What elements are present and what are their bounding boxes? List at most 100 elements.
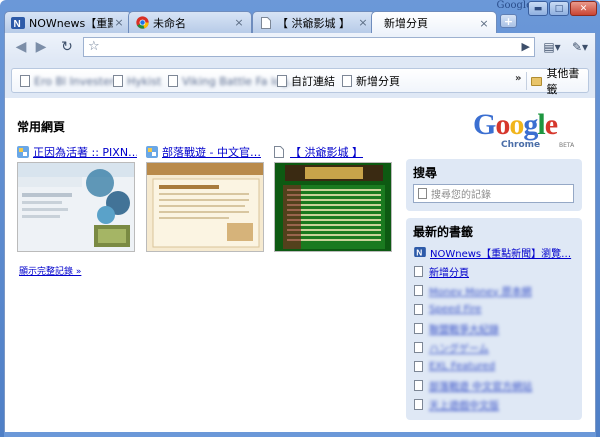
tab-hongye[interactable]: 【 洪爺影城 】 × bbox=[252, 11, 376, 33]
beta-label: BETA bbox=[559, 142, 575, 149]
svg-text:N: N bbox=[416, 247, 422, 257]
folder-icon bbox=[531, 76, 543, 86]
back-arrow-icon: ◀ bbox=[15, 39, 27, 55]
tab-label: 【 洪爺影城 】 bbox=[277, 16, 350, 30]
address-bar[interactable]: ☆ ▶ bbox=[83, 37, 535, 57]
thumbnail-image bbox=[146, 162, 264, 252]
page-icon bbox=[259, 16, 273, 30]
recent-bookmarks-panel: 最新的書籤 N NOWnews【重點新聞】瀏覽… 新增分頁 Money Mone… bbox=[406, 218, 582, 420]
search-panel-title: 搜尋 bbox=[413, 166, 438, 180]
thumbnail-title-link[interactable]: 正因為活著 :: PIXN… bbox=[33, 144, 137, 160]
google-wordmark: Google bbox=[473, 108, 558, 141]
bookmark-bar: Ero Bl Invester Hykist Viking Battle Fa … bbox=[4, 61, 596, 98]
star-icon[interactable]: ☆ bbox=[88, 39, 100, 54]
chrome-label: Chrome bbox=[501, 140, 541, 150]
minimize-icon: ▬ bbox=[533, 3, 543, 14]
close-window-button[interactable]: ✕ bbox=[570, 1, 597, 16]
maximize-icon: □ bbox=[554, 3, 564, 14]
history-search-input[interactable]: 搜尋您的記錄 bbox=[413, 184, 574, 203]
page-menu-button[interactable]: ▤▾ bbox=[538, 37, 566, 57]
other-bookmarks-button[interactable]: 其他書籤 bbox=[526, 67, 588, 96]
recent-bookmark-link[interactable]: NOWnews【重點新聞】瀏覽… bbox=[430, 245, 571, 260]
page-icon bbox=[414, 322, 423, 334]
recent-bookmark-item[interactable]: 新增分頁 bbox=[414, 264, 469, 279]
bookmark-item[interactable]: Ero Bl Invester bbox=[20, 74, 114, 88]
page-icon bbox=[414, 360, 423, 372]
recent-bookmark-link[interactable]: Money Money 原本網 bbox=[429, 283, 532, 298]
most-visited-thumbnail[interactable]: 部落戰遊 - 中文官… bbox=[146, 144, 266, 252]
tab-close-icon[interactable]: × bbox=[357, 16, 369, 29]
tab-label: 新增分頁 bbox=[384, 17, 428, 30]
page-icon bbox=[414, 379, 423, 391]
new-tab-button[interactable]: + bbox=[500, 14, 517, 28]
recent-bookmark-item[interactable]: ハングゲーム bbox=[414, 340, 489, 355]
page-icon bbox=[414, 265, 423, 277]
pixnet-favicon-icon bbox=[17, 146, 29, 158]
bookmark-label: 新增分頁 bbox=[356, 75, 400, 88]
recent-bookmark-item[interactable]: 聯盟戰爭大紀錄 bbox=[414, 321, 499, 336]
search-panel: 搜尋 搜尋您的記錄 bbox=[406, 159, 582, 211]
forward-button[interactable]: ▶ bbox=[31, 37, 51, 57]
tab-label: NOWnews【重點… bbox=[29, 16, 113, 30]
show-full-history-link[interactable]: 顯示完整記錄 » bbox=[19, 264, 81, 277]
recent-bookmark-link[interactable]: Speed Fire bbox=[429, 304, 481, 315]
go-icon[interactable]: ▶ bbox=[522, 40, 530, 53]
tools-menu-button[interactable]: ✎▾ bbox=[567, 37, 593, 57]
page-icon bbox=[414, 303, 423, 315]
reload-button[interactable]: ↻ bbox=[57, 37, 77, 57]
page-icon bbox=[20, 75, 30, 87]
game-favicon-icon bbox=[146, 146, 158, 158]
wrench-icon: ✎▾ bbox=[571, 40, 589, 54]
most-visited-thumbnail[interactable]: 【 洪爺影城 】 bbox=[274, 144, 394, 252]
bookmark-bar-inner: Ero Bl Invester Hykist Viking Battle Fa … bbox=[11, 67, 589, 96]
recent-bookmark-link[interactable]: 聯盟戰爭大紀錄 bbox=[429, 321, 499, 336]
toolbar: ◀ ▶ ↻ ☆ ▶ ▤▾ ✎▾ bbox=[4, 33, 596, 61]
search-placeholder: 搜尋您的記錄 bbox=[431, 190, 491, 201]
bookmark-item[interactable]: 新增分頁 bbox=[342, 74, 400, 88]
tab-close-icon[interactable]: × bbox=[233, 16, 245, 29]
close-icon: ✕ bbox=[579, 3, 588, 14]
nownews-icon: N bbox=[11, 16, 25, 30]
bookmark-item[interactable]: 自訂連結 bbox=[277, 74, 335, 88]
nownews-icon: N bbox=[414, 247, 426, 257]
recent-bookmark-item[interactable]: 部落戰遊 中文官方網站 bbox=[414, 378, 532, 393]
other-bookmarks-label: 其他書籤 bbox=[546, 67, 580, 96]
page-menu-icon: ▤▾ bbox=[543, 40, 561, 54]
recent-bookmark-link[interactable]: 天上遊戲中文版 bbox=[429, 397, 499, 412]
thumbnail-title-link[interactable]: 【 洪爺影城 】 bbox=[290, 144, 363, 160]
minimize-button[interactable]: ▬ bbox=[528, 1, 548, 16]
new-tab-page: 常用網頁 正因為活著 :: PIXN… 部落戰遊 - 中文官… 【 洪爺影城 】… bbox=[4, 98, 596, 437]
recent-bookmark-link[interactable]: 部落戰遊 中文官方網站 bbox=[429, 378, 532, 393]
most-visited-thumbnail[interactable]: 正因為活著 :: PIXN… bbox=[17, 144, 137, 252]
bookmark-item[interactable]: Hykist bbox=[113, 74, 161, 88]
maximize-button[interactable]: □ bbox=[549, 1, 569, 16]
page-icon bbox=[342, 75, 352, 87]
recent-bookmark-link[interactable]: 新增分頁 bbox=[429, 264, 469, 279]
bookmark-label: Hykist bbox=[127, 74, 162, 88]
tab-nownews[interactable]: N NOWnews【重點… × bbox=[4, 11, 132, 33]
chrome-icon bbox=[135, 16, 149, 30]
page-icon bbox=[168, 75, 178, 87]
back-button[interactable]: ◀ bbox=[11, 37, 31, 57]
tab-untitled[interactable]: 未命名 × bbox=[128, 11, 252, 33]
recent-bookmark-item[interactable]: 天上遊戲中文版 bbox=[414, 397, 499, 412]
recent-bookmark-item[interactable]: Speed Fire bbox=[414, 302, 481, 316]
recent-bookmark-link[interactable]: ハングゲーム bbox=[429, 340, 489, 355]
bookmark-overflow-chevron-icon[interactable]: » bbox=[515, 73, 521, 84]
window-bottom-border bbox=[4, 432, 596, 437]
page-icon bbox=[277, 75, 287, 87]
tab-close-icon[interactable]: × bbox=[113, 16, 125, 29]
page-icon bbox=[414, 398, 423, 410]
svg-text:N: N bbox=[14, 19, 21, 29]
recent-bookmarks-title: 最新的書籤 bbox=[413, 225, 474, 239]
recent-bookmark-item[interactable]: EXL Featured bbox=[414, 359, 495, 373]
recent-bookmark-item[interactable]: N NOWnews【重點新聞】瀏覽… bbox=[414, 245, 571, 260]
recent-bookmark-link[interactable]: EXL Featured bbox=[429, 361, 495, 372]
page-icon bbox=[113, 75, 123, 87]
tab-new-tab[interactable]: 新增分頁 × bbox=[371, 11, 497, 34]
forward-arrow-icon: ▶ bbox=[35, 39, 47, 55]
window-title: Google bbox=[496, 0, 532, 11]
recent-bookmark-item[interactable]: Money Money 原本網 bbox=[414, 283, 532, 298]
tab-close-icon[interactable]: × bbox=[478, 17, 490, 30]
thumbnail-title-link[interactable]: 部落戰遊 - 中文官… bbox=[162, 144, 261, 160]
